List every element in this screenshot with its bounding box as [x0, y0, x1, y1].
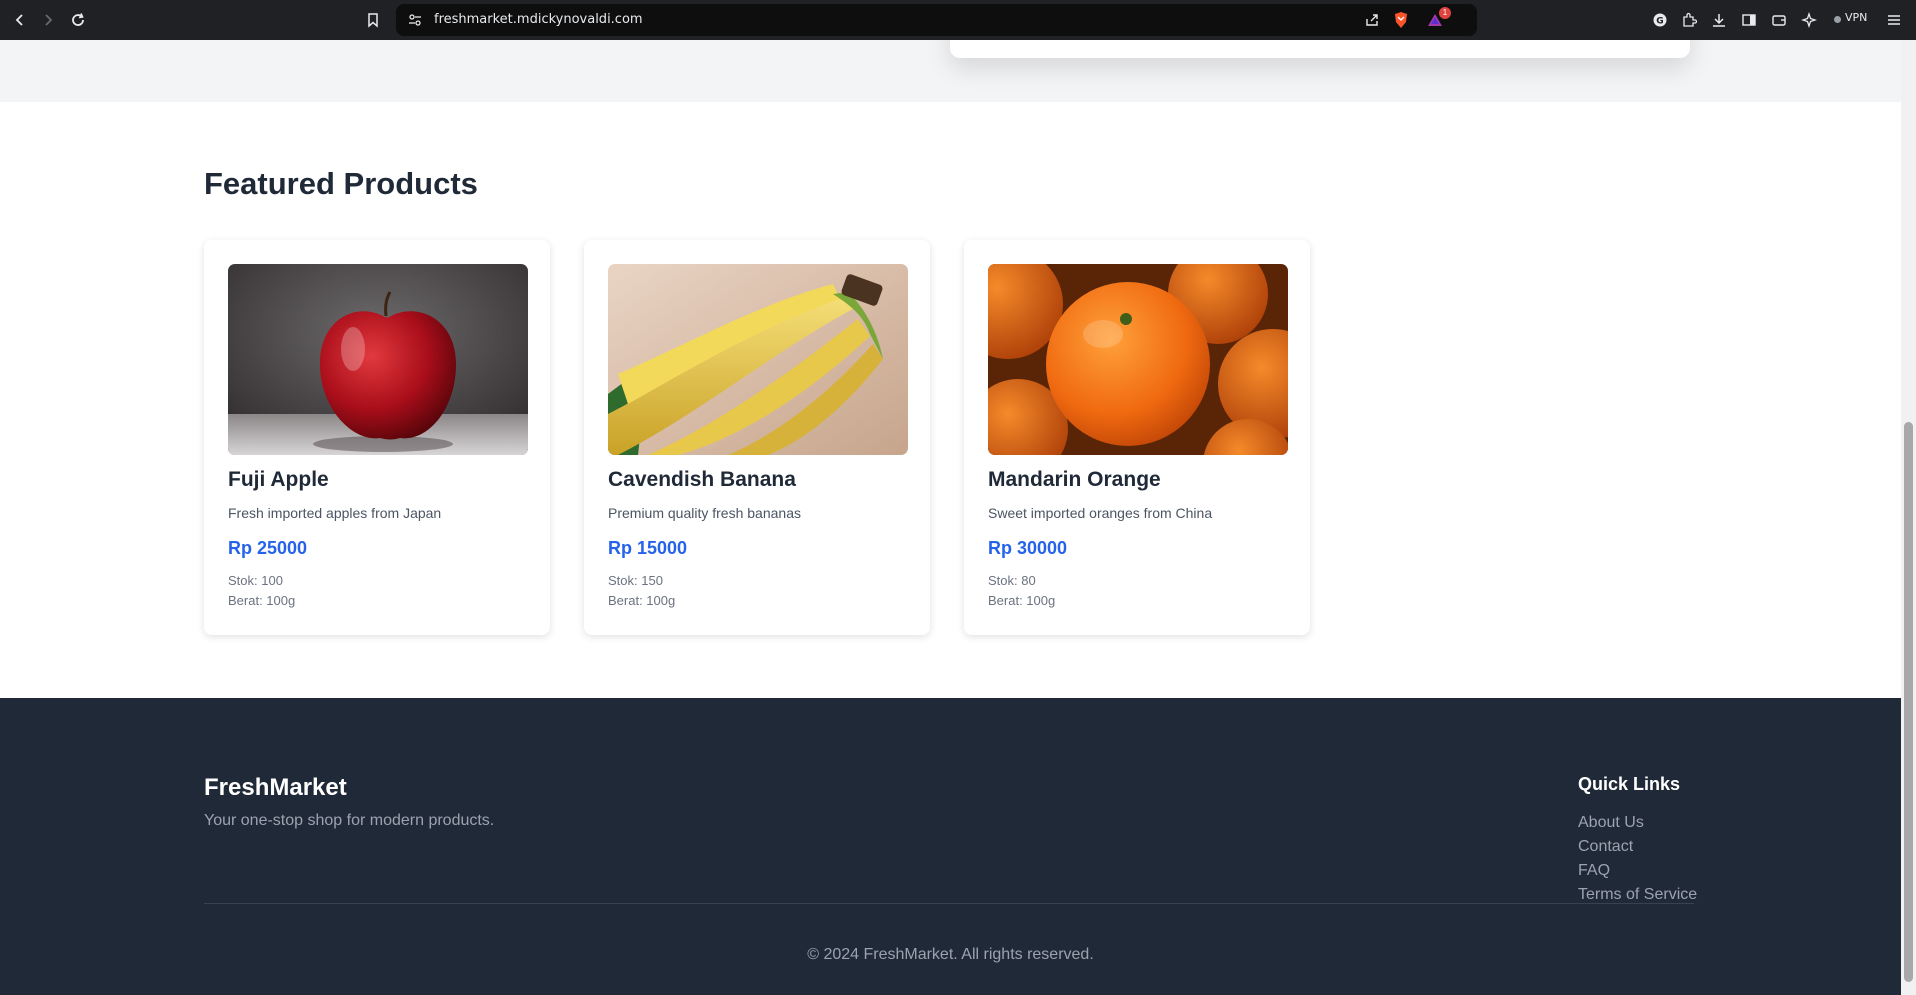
leo-ai-icon[interactable] [1799, 10, 1819, 30]
quick-links-list: About Us Contact FAQ Terms of Service [1578, 814, 1697, 910]
brave-shield-icon[interactable] [1393, 11, 1409, 34]
footer-link-faq[interactable]: FAQ [1578, 862, 1697, 886]
site-footer: FreshMarket Your one-stop shop for moder… [0, 698, 1901, 995]
product-image-apple[interactable] [228, 264, 528, 455]
product-price: Rp 30000 [988, 538, 1068, 558]
product-weight: Berat: 100g [228, 593, 296, 608]
footer-link-about-us[interactable]: About Us [1578, 814, 1697, 838]
product-price: Rp 15000 [608, 538, 688, 558]
share-icon[interactable] [1364, 12, 1380, 33]
product-card[interactable]: Mandarin Orange Sweet imported oranges f… [964, 240, 1310, 635]
svg-text:G: G [1656, 17, 1663, 27]
hero-card [950, 40, 1690, 58]
product-name[interactable]: Mandarin Orange [988, 468, 1161, 492]
site-settings-icon[interactable] [408, 13, 422, 32]
browser-toolbar: freshmarket.mdickynovaldi.com 1 G VPN [0, 0, 1916, 40]
product-image-banana[interactable] [608, 264, 908, 455]
url-text[interactable]: freshmarket.mdickynovaldi.com [434, 12, 643, 27]
product-description: Sweet imported oranges from China [988, 505, 1213, 521]
vpn-button[interactable]: VPN [1845, 11, 1867, 24]
product-name[interactable]: Cavendish Banana [608, 468, 796, 492]
product-price: Rp 25000 [228, 538, 308, 558]
footer-tagline: Your one-stop shop for modern products. [204, 812, 495, 829]
sidebar-icon[interactable] [1739, 10, 1759, 30]
bookmark-icon[interactable] [363, 10, 383, 30]
vpn-status-dot [1834, 16, 1841, 23]
download-icon[interactable] [1709, 10, 1729, 30]
product-stock: Stok: 80 [988, 573, 1036, 588]
product-name[interactable]: Fuji Apple [228, 468, 329, 492]
product-stock: Stok: 100 [228, 573, 283, 588]
product-description: Fresh imported apples from Japan [228, 505, 442, 521]
wallet-icon[interactable] [1769, 10, 1789, 30]
page-scrollbar[interactable] [1901, 40, 1916, 995]
menu-icon[interactable] [1884, 10, 1904, 30]
section-title: Featured Products [204, 166, 478, 201]
scrollbar-thumb[interactable] [1904, 422, 1913, 982]
extensions-puzzle-icon[interactable] [1679, 10, 1699, 30]
footer-link-contact[interactable]: Contact [1578, 838, 1697, 862]
hero-section-bottom [0, 40, 1901, 102]
back-icon[interactable] [10, 10, 30, 30]
product-card[interactable]: Fuji Apple Fresh imported apples from Ja… [204, 240, 550, 635]
quick-links-title: Quick Links [1578, 774, 1681, 794]
product-description: Premium quality fresh bananas [608, 505, 801, 521]
extension-g-icon[interactable]: G [1650, 10, 1670, 30]
product-weight: Berat: 100g [608, 593, 676, 608]
footer-copyright: © 2024 FreshMarket. All rights reserved. [807, 946, 1094, 963]
product-card[interactable]: Cavendish Banana Premium quality fresh b… [584, 240, 930, 635]
address-bar[interactable]: freshmarket.mdickynovaldi.com 1 [396, 4, 1477, 36]
rewards-badge: 1 [1439, 7, 1451, 19]
product-image-orange[interactable] [988, 264, 1288, 455]
footer-divider [204, 903, 1694, 904]
page-viewport: Featured Products Fuji Apple Fresh impor… [0, 40, 1901, 995]
footer-brand: FreshMarket [204, 774, 347, 801]
reload-icon[interactable] [68, 10, 88, 30]
product-weight: Berat: 100g [988, 593, 1056, 608]
forward-icon[interactable] [38, 10, 58, 30]
footer-link-terms[interactable]: Terms of Service [1578, 886, 1697, 910]
product-stock: Stok: 150 [608, 573, 663, 588]
